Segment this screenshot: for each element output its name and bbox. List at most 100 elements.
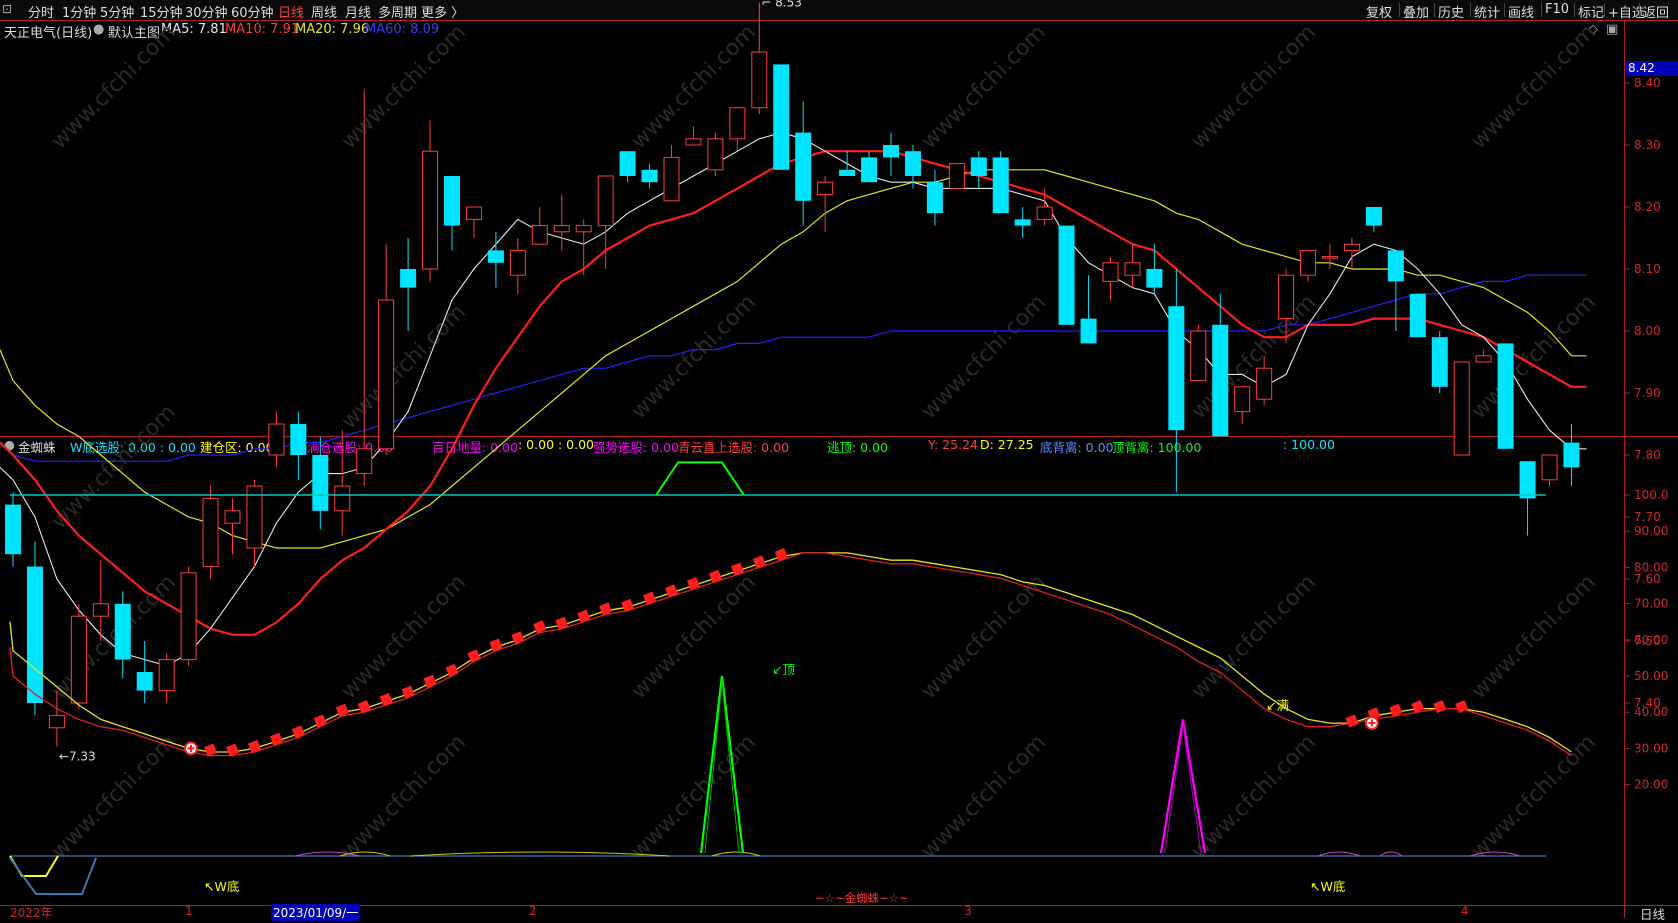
candle (729, 107, 746, 152)
watermark-text: www.cfchi.com (47, 20, 181, 154)
candle-body (1541, 454, 1558, 481)
candle-body (773, 64, 790, 170)
ma60-line (0, 274, 1587, 462)
w-bottom-text-1: W底 (214, 879, 240, 894)
price-axis: 8.408.308.208.108.007.907.807.707.607.50… (1624, 76, 1661, 710)
candle-body (224, 510, 241, 524)
candle-body (1519, 461, 1536, 499)
candle-body (158, 659, 175, 692)
candle-body (356, 448, 373, 475)
watermark-text: www.cfchi.com (1467, 730, 1601, 864)
watermark-text: www.cfchi.com (337, 300, 471, 434)
candle (400, 238, 417, 331)
candle (1453, 361, 1470, 456)
candle-body (1058, 225, 1075, 325)
price-tick-label: 7.80 (1634, 448, 1661, 462)
candle-body (1343, 243, 1360, 251)
watermark-text: www.cfchi.com (917, 20, 1051, 154)
candle-body (553, 225, 570, 233)
candle (1497, 343, 1514, 449)
candle-body (444, 176, 460, 226)
trend-block (1433, 700, 1447, 714)
candle (1124, 244, 1141, 288)
price-tick-label: 8.10 (1634, 262, 1661, 276)
period-indicator[interactable]: 日线 (1640, 904, 1665, 923)
price-tick-label: 8.20 (1634, 200, 1661, 214)
candle (1365, 207, 1382, 232)
top-signal-text: 顶 (782, 662, 795, 677)
candle-body (422, 150, 439, 270)
ma5-line (0, 132, 1587, 667)
candle-body (1168, 306, 1185, 431)
candle-body (970, 157, 987, 176)
candle-body (509, 249, 526, 276)
y-line (9, 552, 1572, 753)
watermark-text: www.cfchi.com (917, 730, 1051, 864)
candle-body (904, 151, 921, 176)
date-axis: 2022年 1 2023/01/09/一 2 3 4 (0, 904, 1624, 921)
candle-body (1256, 367, 1273, 400)
candle (1234, 386, 1251, 424)
price-tick-label: 7.70 (1634, 510, 1661, 524)
x-label-mar: 3 (964, 904, 972, 918)
candle-body (1563, 442, 1580, 468)
x-label-apr: 4 (1461, 904, 1469, 918)
indicator-tick-label: 100.0 (1634, 488, 1668, 502)
candle (619, 151, 636, 183)
candle-body (992, 157, 1009, 214)
candle (926, 169, 943, 226)
candle (839, 151, 856, 176)
candle-body (1431, 337, 1448, 387)
watermark-text: www.cfchi.com (1187, 730, 1321, 864)
candle-body (663, 156, 680, 202)
candle (1300, 249, 1317, 282)
w-bottom-label-2: ↖W底 (1310, 879, 1346, 894)
candle (1431, 331, 1448, 393)
candle-body (1124, 262, 1141, 276)
candle-body (1014, 219, 1031, 226)
candle-body (707, 138, 724, 171)
candle (1190, 324, 1207, 382)
candle (114, 591, 131, 679)
candle (663, 145, 680, 202)
candle (444, 176, 460, 251)
indicator-tick-label: 80.00 (1634, 560, 1668, 574)
candle (707, 132, 724, 176)
candle (1102, 256, 1119, 300)
candle-body (487, 250, 504, 263)
price-tick-label: 7.90 (1634, 386, 1661, 400)
candle-body (26, 566, 43, 703)
candle-body (926, 182, 943, 214)
indicator-tick-label: 60.00 (1634, 633, 1668, 647)
candle-body (948, 163, 965, 189)
trend-block (401, 685, 415, 699)
candle (224, 498, 241, 555)
candle-body (861, 157, 878, 183)
candle (509, 238, 526, 294)
kline-chart[interactable]: www.cfchi.com www.cfchi.com www.cfchi.com w… (0, 0, 1678, 918)
candle-body (1278, 274, 1295, 320)
candle (817, 176, 834, 232)
candle (861, 151, 878, 183)
x-label-year: 2022年 (10, 906, 53, 920)
watermark-text: www.cfchi.com (337, 570, 471, 704)
candle (1168, 269, 1185, 493)
watermark-text: www.cfchi.com (1187, 570, 1321, 704)
candle-body (685, 138, 702, 146)
candle (487, 231, 504, 288)
price-tick-label: 8.30 (1634, 138, 1661, 152)
price-tick-label: 8.40 (1634, 76, 1661, 90)
watermark-text: www.cfchi.com (627, 570, 761, 704)
ma10-line (0, 150, 1587, 636)
indicator-tick-label: 50.00 (1634, 669, 1668, 683)
candle (1541, 454, 1558, 486)
indicator-tick-label: 30.00 (1634, 741, 1668, 755)
candle (202, 486, 219, 579)
candle (685, 126, 702, 146)
candle (1519, 461, 1536, 536)
watermark-text: www.cfchi.com (1467, 20, 1601, 154)
candle (795, 101, 812, 226)
candle (136, 641, 153, 703)
candle (751, 2, 768, 114)
watermark-text: www.cfchi.com (337, 730, 471, 864)
